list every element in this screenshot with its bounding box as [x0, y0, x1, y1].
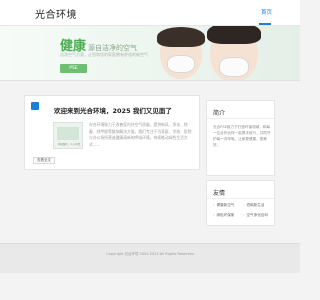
post-title[interactable]: 欢迎来到光合环境，2025 我们又见面了: [54, 105, 172, 115]
site-footer: Copyright 光合环境 2004-2025 All Rights Rese…: [0, 243, 300, 273]
thumbnail-caption: 环境保护，人人有责: [57, 143, 81, 146]
site-header: 光合环境 首页: [0, 0, 300, 26]
post-excerpt: 光合环境致力于改善室内外空气质量，提供新风、净化、除霾、除甲醛等整体解决方案。我…: [89, 122, 192, 147]
divider: [207, 118, 274, 119]
site-logo[interactable]: 光合环境: [35, 6, 77, 21]
nav-item-home[interactable]: 首页: [261, 8, 272, 16]
banner-description: 洁净空气方案，让您和您的家庭拥有舒适的新空气: [60, 52, 148, 57]
links-title: 友情: [213, 190, 226, 197]
links-widget: 友情 健康新空气 低碳新生活 绿色环保家 空气净化百科: [206, 180, 275, 226]
banner-child-image-left: [157, 27, 205, 79]
link-item[interactable]: 空气净化百科: [243, 213, 268, 218]
post-ribbon: [31, 102, 39, 110]
banner-button[interactable]: PSE: [60, 64, 87, 73]
read-more-button[interactable]: 查看全文: [33, 157, 55, 164]
link-item[interactable]: 绿色环保家: [213, 213, 234, 218]
thumbnail-image: [57, 127, 79, 140]
hero-banner: 健康 源自洁净的空气 洁净空气方案，让您和您的家庭拥有舒适的新空气 PSE: [0, 26, 300, 81]
link-item[interactable]: 低碳新生活: [243, 203, 264, 208]
banner-child-image-right: [207, 26, 261, 80]
post-thumbnail[interactable]: 环境保护，人人有责: [53, 122, 83, 149]
banner-title-rest: 源自洁净的空气: [88, 44, 138, 52]
about-title: 简介: [213, 110, 226, 117]
nav-active-indicator: [259, 23, 271, 25]
footer-copyright: Copyright 光合环境 2004-2025 All Rights Rese…: [106, 252, 194, 256]
divider: [207, 198, 274, 199]
about-text: 光合PSE致力于打造环保领域，和每一位合作伙伴一起携手前行，共同守护每一次呼吸，…: [213, 125, 271, 147]
about-widget: 简介 光合PSE致力于打造环保领域，和每一位合作伙伴一起携手前行，共同守护每一次…: [206, 100, 275, 176]
link-item[interactable]: 健康新空气: [213, 203, 234, 208]
